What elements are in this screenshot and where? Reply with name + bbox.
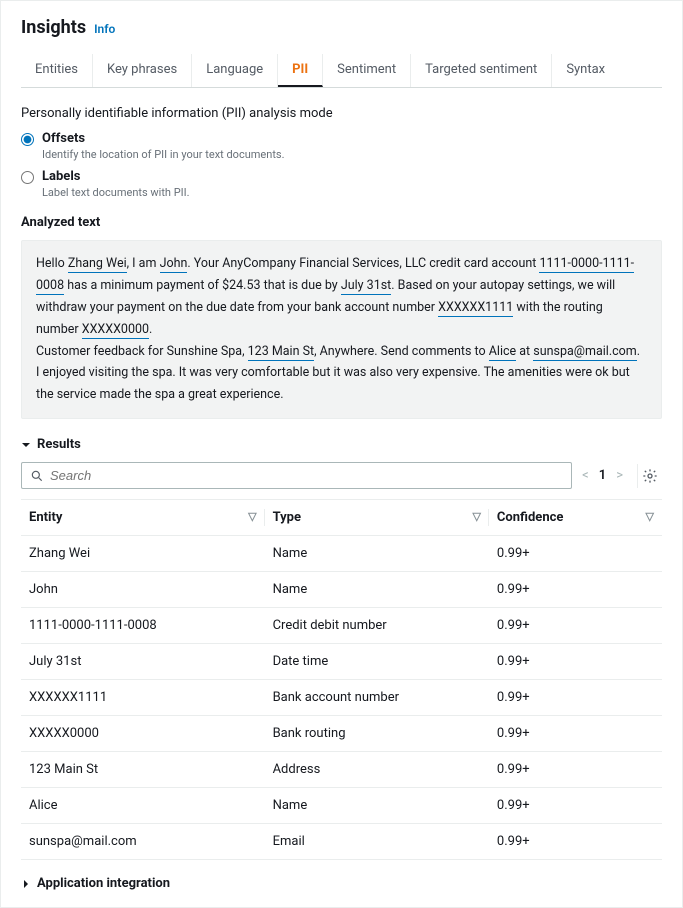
tab-targeted-sentiment[interactable]: Targeted sentiment [411,54,552,87]
results-title: Results [37,437,81,452]
search-icon [30,469,44,483]
tab-entities[interactable]: Entities [21,54,93,87]
col-entity[interactable]: Entity▽ [21,500,265,536]
chevron-right-icon [21,879,31,889]
pager: < 1 > [582,468,623,483]
pii-highlight: July 31st [341,278,391,295]
table-row: XXXXXX1111Bank account number0.99+ [21,680,662,716]
page-title: Insights [21,17,86,38]
results-table: Entity▽ Type▽ Confidence▽ Zhang WeiName0… [21,499,662,860]
cell-type: Bank account number [265,680,489,716]
radio-offsets[interactable]: Offsets Identify the location of PII in … [21,131,662,161]
analyzed-text-title: Analyzed text [21,215,662,230]
table-row: JohnName0.99+ [21,572,662,608]
table-row: XXXXX0000Bank routing0.99+ [21,716,662,752]
cell-entity: XXXXX0000 [21,716,265,752]
pii-highlight: XXXXX0000 [82,322,149,339]
tab-sentiment[interactable]: Sentiment [323,54,411,87]
cell-type: Email [265,824,489,860]
settings-button[interactable] [637,464,662,488]
cell-confidence: 0.99+ [489,680,662,716]
next-page-button[interactable]: > [616,468,623,483]
cell-type: Bank routing [265,716,489,752]
tab-language[interactable]: Language [192,54,278,87]
mode-label: Personally identifiable information (PII… [21,106,662,121]
cell-type: Name [265,536,489,572]
cell-type: Address [265,752,489,788]
radio-labels-input[interactable] [21,171,34,184]
cell-confidence: 0.99+ [489,752,662,788]
cell-entity: July 31st [21,644,265,680]
results-toggle[interactable]: Results [21,437,662,452]
pii-highlight: XXXXXX1111 [438,300,513,317]
tab-pii[interactable]: PII [278,54,323,87]
cell-confidence: 0.99+ [489,824,662,860]
pii-highlight: 123 Main St [248,344,314,361]
cell-type: Name [265,572,489,608]
radio-labels-label: Labels [42,169,190,184]
info-link[interactable]: Info [94,22,115,36]
table-row: sunspa@mail.comEmail0.99+ [21,824,662,860]
table-row: AliceName0.99+ [21,788,662,824]
sort-icon: ▽ [248,510,256,523]
pii-highlight: Alice [489,344,516,361]
search-input[interactable] [50,468,563,483]
table-row: Zhang WeiName0.99+ [21,536,662,572]
radio-offsets-input[interactable] [21,133,34,146]
page-number: 1 [599,468,606,483]
cell-entity: sunspa@mail.com [21,824,265,860]
cell-confidence: 0.99+ [489,536,662,572]
cell-confidence: 0.99+ [489,716,662,752]
cell-confidence: 0.99+ [489,608,662,644]
sort-icon: ▽ [472,510,480,523]
cell-type: Name [265,788,489,824]
radio-offsets-label: Offsets [42,131,285,146]
cell-entity: XXXXXX1111 [21,680,265,716]
table-row: 1111-0000-1111-0008Credit debit number0.… [21,608,662,644]
pii-highlight: John [160,256,188,273]
cell-confidence: 0.99+ [489,644,662,680]
search-box[interactable] [21,462,572,489]
analyzed-text: Hello Zhang Wei, I am John. Your AnyComp… [21,240,662,419]
radio-labels-desc: Label text documents with PII. [42,186,190,199]
cell-type: Credit debit number [265,608,489,644]
cell-entity: 1111-0000-1111-0008 [21,608,265,644]
pii-highlight: Zhang Wei [68,256,127,273]
cell-confidence: 0.99+ [489,788,662,824]
sort-icon: ▽ [646,510,654,523]
tab-syntax[interactable]: Syntax [552,54,619,87]
tabs: EntitiesKey phrasesLanguagePIISentimentT… [21,54,662,88]
app-integration-label: Application integration [37,876,170,891]
col-confidence[interactable]: Confidence▽ [489,500,662,536]
col-type[interactable]: Type▽ [265,500,489,536]
gear-icon [642,468,658,484]
app-integration-toggle[interactable]: Application integration [21,876,662,891]
cell-entity: Zhang Wei [21,536,265,572]
radio-offsets-desc: Identify the location of PII in your tex… [42,148,285,161]
chevron-down-icon [21,440,31,450]
table-row: July 31stDate time0.99+ [21,644,662,680]
pii-highlight: sunspa@mail.com [533,344,637,361]
table-row: 123 Main StAddress0.99+ [21,752,662,788]
radio-group: Offsets Identify the location of PII in … [21,131,662,199]
cell-confidence: 0.99+ [489,572,662,608]
cell-entity: 123 Main St [21,752,265,788]
cell-entity: Alice [21,788,265,824]
cell-type: Date time [265,644,489,680]
cell-entity: John [21,572,265,608]
prev-page-button[interactable]: < [582,468,589,483]
tab-key-phrases[interactable]: Key phrases [93,54,192,87]
radio-labels[interactable]: Labels Label text documents with PII. [21,169,662,199]
